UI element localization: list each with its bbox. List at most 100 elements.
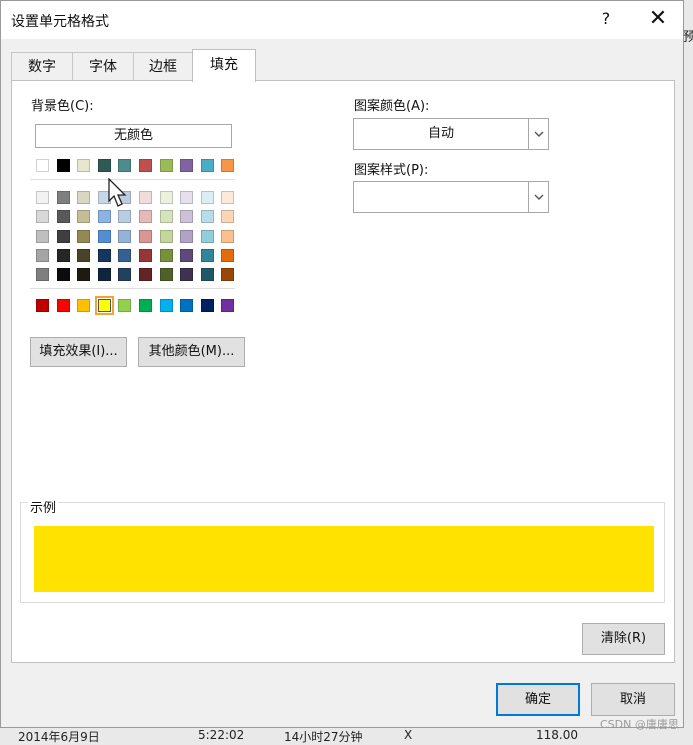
no-color-button[interactable]: 无颜色 [35, 124, 232, 148]
color-swatch-tint2-2[interactable] [56, 210, 70, 224]
color-swatch-tint1-10[interactable] [221, 191, 235, 204]
color-swatch-tint1-6[interactable] [139, 191, 152, 204]
color-swatch-theme-7[interactable] [159, 159, 173, 172]
color-swatch-tint4-6[interactable] [139, 248, 152, 262]
color-swatch-tint3-8[interactable] [180, 229, 194, 243]
more-colors-button[interactable]: 其他颜色(M)... [138, 337, 245, 367]
color-swatch-tint4-1[interactable] [36, 248, 49, 262]
color-swatch-standard-5[interactable] [118, 299, 132, 312]
color-swatch-tint3-3[interactable] [77, 229, 91, 243]
color-swatch-tint4-10[interactable] [221, 248, 235, 262]
close-button[interactable]: ✕ [641, 5, 675, 33]
color-swatch-tint4-5[interactable] [118, 248, 132, 262]
color-swatch-standard-8[interactable] [180, 299, 194, 312]
color-swatch-standard-7[interactable] [159, 299, 173, 312]
watermark: CSDN @唐唐思 [600, 718, 679, 731]
background-duration-cell: 14小时27分钟 [284, 730, 363, 744]
color-swatch-tint3-2[interactable] [56, 229, 70, 243]
color-swatch-standard-6[interactable] [139, 299, 152, 312]
color-swatch-tint4-4[interactable] [97, 248, 111, 262]
fill-effects-button[interactable]: 填充效果(I)... [30, 337, 127, 367]
background-edge-text: 预 [683, 30, 693, 45]
sample-area [20, 502, 665, 603]
color-swatch-tint3-5[interactable] [118, 229, 132, 243]
tab-fill[interactable]: 填充 [192, 49, 256, 82]
pattern-style-label: 图案样式(P): [354, 163, 429, 178]
palette-divider [30, 288, 235, 289]
color-swatch-tint1-9[interactable] [200, 191, 214, 204]
color-swatch-tint3-4[interactable] [97, 229, 111, 243]
color-swatch-tint5-3[interactable] [77, 268, 91, 282]
pattern-color-label: 图案颜色(A): [354, 99, 430, 114]
mouse-pointer-icon [108, 178, 127, 207]
format-cells-dialog: 设置单元格格式 ? ✕ 数字 字体 边框 填充 背景色(C): 无颜色 填充效果… [0, 0, 684, 728]
color-swatch-standard-2[interactable] [56, 299, 70, 312]
color-swatch-tint4-7[interactable] [159, 248, 173, 262]
color-swatch-tint3-1[interactable] [36, 229, 49, 243]
color-swatch-theme-8[interactable] [180, 159, 194, 172]
color-swatch-tint1-3[interactable] [77, 191, 91, 204]
color-swatch-tint5-7[interactable] [159, 268, 173, 282]
color-swatch-theme-10[interactable] [221, 159, 235, 172]
help-button[interactable]: ? [591, 5, 621, 33]
color-swatch-tint5-10[interactable] [221, 268, 235, 282]
color-swatch-tint1-7[interactable] [159, 191, 173, 204]
color-swatch-theme-5[interactable] [118, 159, 132, 172]
tab-font[interactable]: 字体 [72, 52, 134, 81]
fill-panel: 背景色(C): 无颜色 填充效果(I)... 其他颜色(M)... 图案颜色(A… [11, 80, 675, 663]
color-swatch-tint4-3[interactable] [77, 248, 91, 262]
color-swatch-tint3-7[interactable] [159, 229, 173, 243]
color-swatch-standard-4[interactable] [94, 296, 114, 315]
chevron-down-icon[interactable] [528, 119, 548, 149]
color-swatch-theme-3[interactable] [77, 159, 91, 172]
sample-label: 示例 [28, 497, 59, 516]
color-swatch-tint1-2[interactable] [56, 191, 70, 204]
color-swatch-theme-6[interactable] [139, 159, 152, 172]
color-swatch-standard-3[interactable] [77, 299, 91, 312]
color-swatch-tint5-2[interactable] [56, 268, 70, 282]
color-swatch-theme-2[interactable] [56, 159, 70, 172]
color-swatch-theme-9[interactable] [200, 159, 214, 172]
palette-divider [30, 179, 235, 180]
color-swatch-tint5-6[interactable] [139, 268, 152, 282]
sample-color-preview [34, 526, 654, 592]
color-swatch-tint2-5[interactable] [118, 210, 132, 224]
color-swatch-tint5-8[interactable] [180, 268, 194, 282]
background-date-cell: 2014年6月9日 [18, 730, 100, 744]
color-swatch-tint5-1[interactable] [36, 268, 49, 282]
color-swatch-standard-1[interactable] [36, 299, 49, 312]
color-swatch-tint2-3[interactable] [77, 210, 91, 224]
color-swatch-tint2-6[interactable] [139, 210, 152, 224]
tab-border[interactable]: 边框 [133, 52, 193, 81]
color-swatch-theme-1[interactable] [36, 159, 49, 172]
color-swatch-tint2-9[interactable] [200, 210, 214, 224]
color-swatch-standard-10[interactable] [221, 299, 235, 312]
color-swatch-tint4-9[interactable] [200, 248, 214, 262]
pattern-color-value: 自动 [427, 126, 454, 141]
color-swatch-tint2-7[interactable] [159, 210, 173, 224]
color-swatch-tint3-10[interactable] [221, 229, 235, 243]
ok-button[interactable]: 确定 [496, 683, 580, 716]
color-swatch-tint4-2[interactable] [56, 248, 70, 262]
pattern-style-dropdown[interactable] [353, 181, 549, 213]
clear-button[interactable]: 清除(R) [582, 623, 665, 655]
color-swatch-tint2-10[interactable] [221, 210, 235, 224]
color-swatch-tint3-9[interactable] [200, 229, 214, 243]
chevron-down-icon[interactable] [528, 182, 548, 212]
color-swatch-tint2-8[interactable] [180, 210, 194, 224]
color-swatch-theme-4[interactable] [97, 159, 111, 172]
cancel-button[interactable]: 取消 [591, 683, 675, 716]
pattern-color-dropdown[interactable]: 自动 [353, 118, 549, 150]
color-swatch-tint1-8[interactable] [180, 191, 194, 204]
color-swatch-tint5-5[interactable] [118, 268, 132, 282]
color-swatch-tint3-6[interactable] [139, 229, 152, 243]
tab-number[interactable]: 数字 [11, 52, 73, 81]
color-swatch-tint2-1[interactable] [36, 210, 49, 224]
color-swatch-standard-9[interactable] [200, 299, 214, 312]
background-color-label: 背景色(C): [31, 99, 94, 114]
color-swatch-tint5-9[interactable] [200, 268, 214, 282]
color-swatch-tint4-8[interactable] [180, 248, 194, 262]
color-swatch-tint2-4[interactable] [97, 210, 111, 224]
color-swatch-tint5-4[interactable] [97, 268, 111, 282]
color-swatch-tint1-1[interactable] [36, 191, 49, 204]
